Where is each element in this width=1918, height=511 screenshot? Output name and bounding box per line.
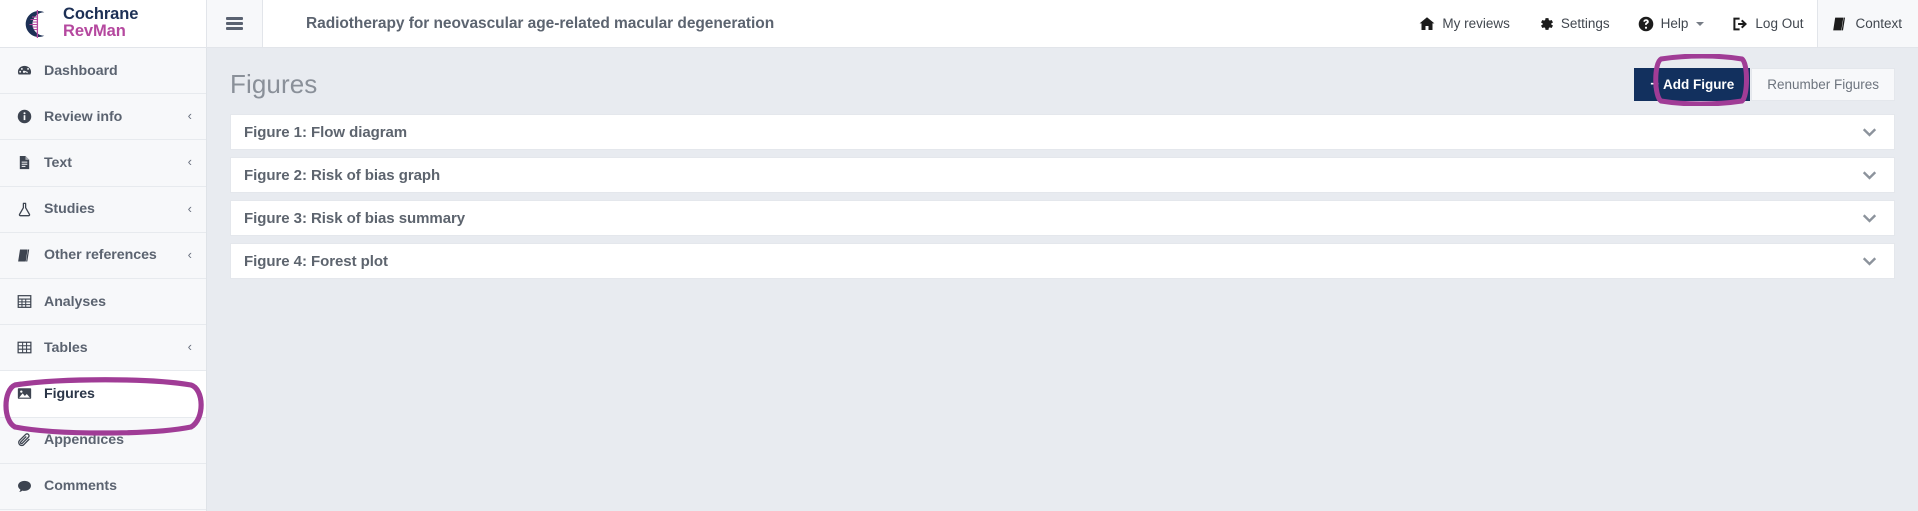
nav-settings[interactable]: Settings — [1524, 0, 1624, 47]
comment-icon — [14, 479, 35, 494]
figures-list: Figure 1: Flow diagram Figure 2: Risk of… — [230, 114, 1895, 279]
sidebar-item-other-references[interactable]: Other references ‹ — [0, 233, 206, 279]
add-figure-button[interactable]: + Add Figure — [1634, 68, 1750, 101]
nav-context-label: Context — [1855, 16, 1902, 31]
sidebar-item-figures[interactable]: Figures — [0, 371, 206, 417]
nav-help[interactable]: Help — [1624, 0, 1719, 47]
sidebar-item-label: Comments — [44, 478, 192, 494]
nav-my-reviews[interactable]: My reviews — [1405, 0, 1524, 47]
sidebar-item-analyses[interactable]: Analyses — [0, 279, 206, 325]
figure-row-title: Figure 3: Risk of bias summary — [244, 210, 465, 227]
nav-settings-label: Settings — [1561, 16, 1610, 31]
nav-my-reviews-label: My reviews — [1442, 16, 1510, 31]
book-icon — [1832, 16, 1848, 32]
left-sidebar: Dashboard Review info ‹ Text ‹ — [0, 48, 207, 511]
chevron-down-icon[interactable] — [1861, 167, 1878, 184]
chevron-down-icon[interactable] — [1861, 124, 1878, 141]
figure-row[interactable]: Figure 2: Risk of bias graph — [230, 157, 1895, 193]
brand-line-revman: RevMan — [63, 23, 138, 40]
chevron-down-icon[interactable] — [1861, 210, 1878, 227]
add-figure-button-label: Add Figure — [1663, 77, 1734, 92]
dashboard-icon — [14, 63, 35, 78]
sidebar-item-label: Studies — [44, 201, 188, 217]
figure-row-title: Figure 1: Flow diagram — [244, 124, 407, 141]
nav-log-out-label: Log Out — [1755, 16, 1803, 31]
sidebar-item-label: Review info — [44, 109, 188, 125]
sidebar-item-label: Appendices — [44, 432, 192, 448]
sidebar-chevron: ‹ — [188, 202, 192, 215]
body-container: Dashboard Review info ‹ Text ‹ — [0, 48, 1918, 511]
sidebar-item-review-info[interactable]: Review info ‹ — [0, 94, 206, 140]
page-action-buttons: + Add Figure Renumber Figures — [1634, 68, 1895, 101]
figures-page-title: Figures — [230, 69, 317, 100]
sidebar-item-text[interactable]: Text ‹ — [0, 140, 206, 186]
sidebar-item-label: Tables — [44, 340, 188, 356]
chevron-down-icon[interactable] — [1861, 253, 1878, 270]
top-navigation: My reviews Settings Help Log Out — [1405, 0, 1918, 47]
image-icon — [14, 386, 35, 401]
hamburger-menu-button[interactable] — [207, 0, 263, 47]
sidebar-chevron: ‹ — [188, 340, 192, 353]
renumber-figures-button[interactable]: Renumber Figures — [1751, 68, 1895, 101]
info-circle-icon — [14, 109, 35, 124]
brand-wordmark: Cochrane RevMan — [63, 6, 138, 41]
sidebar-item-dashboard[interactable]: Dashboard — [0, 48, 206, 94]
sidebar-chevron: ‹ — [188, 155, 192, 168]
logout-icon — [1732, 16, 1748, 32]
page-title: Radiotherapy for neovascular age-related… — [263, 0, 1405, 47]
nav-log-out[interactable]: Log Out — [1718, 0, 1817, 47]
sidebar-item-label: Analyses — [44, 294, 192, 310]
nav-context[interactable]: Context — [1817, 0, 1918, 47]
page-header: Figures + Add Figure Renumber Figures — [230, 48, 1895, 112]
gear-icon — [1538, 16, 1554, 32]
analyses-grid-icon — [14, 294, 35, 309]
renumber-figures-button-label: Renumber Figures — [1767, 77, 1879, 92]
brand-line-cochrane: Cochrane — [63, 6, 138, 23]
sidebar-item-studies[interactable]: Studies ‹ — [0, 187, 206, 233]
app-root: Cochrane RevMan Radiotherapy for neovasc… — [0, 0, 1918, 511]
plus-icon: + — [1650, 76, 1659, 91]
table-icon — [14, 340, 35, 355]
sidebar-item-label: Dashboard — [44, 63, 192, 79]
brand-logo-area[interactable]: Cochrane RevMan — [0, 0, 207, 47]
paperclip-icon — [14, 433, 35, 448]
hamburger-menu-icon — [226, 17, 243, 30]
figure-row[interactable]: Figure 4: Forest plot — [230, 243, 1895, 279]
flask-icon — [14, 202, 35, 217]
figure-row[interactable]: Figure 3: Risk of bias summary — [230, 200, 1895, 236]
top-header-bar: Cochrane RevMan Radiotherapy for neovasc… — [0, 0, 1918, 48]
main-content: Figures + Add Figure Renumber Figures Fi… — [207, 48, 1918, 511]
sidebar-item-comments[interactable]: Comments — [0, 464, 206, 510]
sidebar-item-label: Text — [44, 155, 188, 171]
sidebar-chevron: ‹ — [188, 109, 192, 122]
chevron-down-icon — [1696, 22, 1704, 26]
sidebar-item-tables[interactable]: Tables ‹ — [0, 325, 206, 371]
document-icon — [14, 155, 35, 170]
figure-row[interactable]: Figure 1: Flow diagram — [230, 114, 1895, 150]
sidebar-item-appendices[interactable]: Appendices — [0, 418, 206, 464]
sidebar-item-label: Other references — [44, 247, 188, 263]
question-circle-icon — [1638, 16, 1654, 32]
nav-help-label: Help — [1661, 16, 1689, 31]
sidebar-chevron: ‹ — [188, 248, 192, 261]
cochrane-logo-icon — [22, 8, 54, 40]
figure-row-title: Figure 4: Forest plot — [244, 253, 388, 270]
book-icon — [14, 248, 35, 263]
figure-row-title: Figure 2: Risk of bias graph — [244, 167, 440, 184]
home-icon — [1419, 16, 1435, 32]
sidebar-item-label: Figures — [44, 386, 192, 402]
